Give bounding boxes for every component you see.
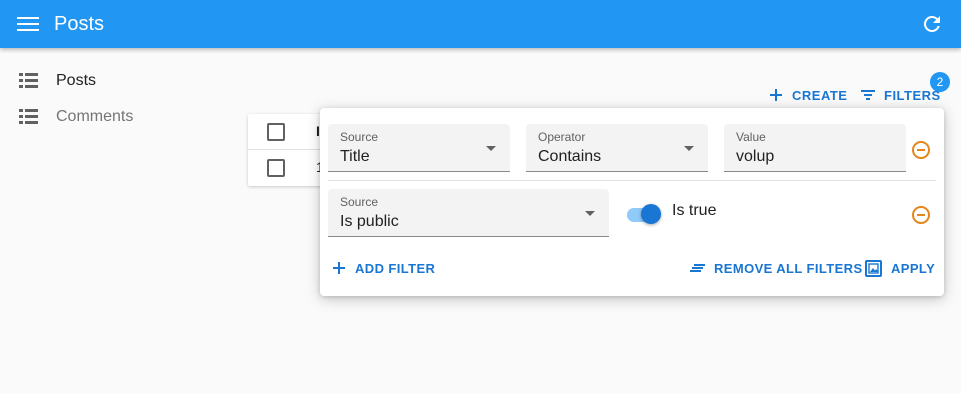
source-label: Source — [340, 195, 379, 209]
filter-panel: Source Title Operator Contains Value vol… — [320, 108, 944, 296]
operator-label: Operator — [538, 130, 586, 144]
filter-icon — [861, 90, 875, 100]
list-icon — [19, 109, 38, 125]
sidebar-item-comments[interactable]: Comments — [0, 102, 230, 132]
sidebar-item-label: Comments — [56, 108, 134, 125]
menu-icon[interactable] — [17, 14, 39, 34]
sidebar-item-label: Posts — [56, 72, 97, 89]
clear-all-icon — [690, 264, 705, 272]
add-filter-label: ADD FILTER — [355, 260, 436, 276]
value-text: volup — [736, 148, 775, 165]
filters-count-badge: 2 — [930, 72, 950, 92]
plus-icon — [333, 262, 345, 274]
toggle-thumb — [641, 204, 661, 224]
filters-button[interactable]: FILTERS — [860, 84, 941, 106]
is-true-toggle[interactable] — [625, 201, 663, 225]
remove-all-filters-label: REMOVE ALL FILTERS — [714, 260, 863, 276]
dropdown-arrow-icon — [684, 146, 694, 151]
source-value: Is public — [340, 213, 399, 230]
apply-button[interactable]: APPLY — [865, 258, 935, 278]
create-button[interactable]: CREATE — [768, 84, 847, 106]
sidebar-item-posts[interactable]: Posts — [0, 66, 230, 96]
dropdown-arrow-icon — [585, 211, 595, 216]
table-header-row: I — [248, 114, 328, 150]
app-bar: Posts — [0, 0, 961, 48]
list-icon — [19, 73, 38, 89]
remove-filter-icon[interactable] — [912, 141, 930, 159]
row-checkbox[interactable] — [267, 159, 285, 177]
remove-all-filters-button[interactable]: REMOVE ALL FILTERS — [690, 258, 863, 278]
create-button-label: CREATE — [792, 87, 848, 103]
value-label: Value — [736, 130, 766, 144]
select-all-checkbox[interactable] — [267, 123, 285, 141]
add-filter-button[interactable]: ADD FILTER — [332, 258, 435, 278]
remove-filter-icon[interactable] — [912, 206, 930, 224]
value-input[interactable]: Value volup — [724, 124, 906, 172]
posts-table: I 1 — [248, 114, 328, 186]
image-icon — [865, 259, 882, 277]
source-label: Source — [340, 130, 379, 144]
toggle-label: Is true — [672, 202, 717, 219]
refresh-icon[interactable] — [920, 12, 944, 36]
divider — [328, 180, 936, 181]
operator-value: Contains — [538, 148, 602, 165]
operator-select[interactable]: Operator Contains — [526, 124, 708, 172]
dropdown-arrow-icon — [486, 146, 496, 151]
page-title: Posts — [54, 13, 105, 35]
plus-icon — [770, 89, 782, 101]
source-select[interactable]: Source Is public — [328, 189, 609, 237]
source-select[interactable]: Source Title — [328, 124, 510, 172]
apply-label: APPLY — [891, 260, 936, 276]
source-value: Title — [340, 148, 370, 165]
filters-button-label: FILTERS — [884, 87, 941, 103]
table-row[interactable]: 1 — [248, 150, 328, 186]
